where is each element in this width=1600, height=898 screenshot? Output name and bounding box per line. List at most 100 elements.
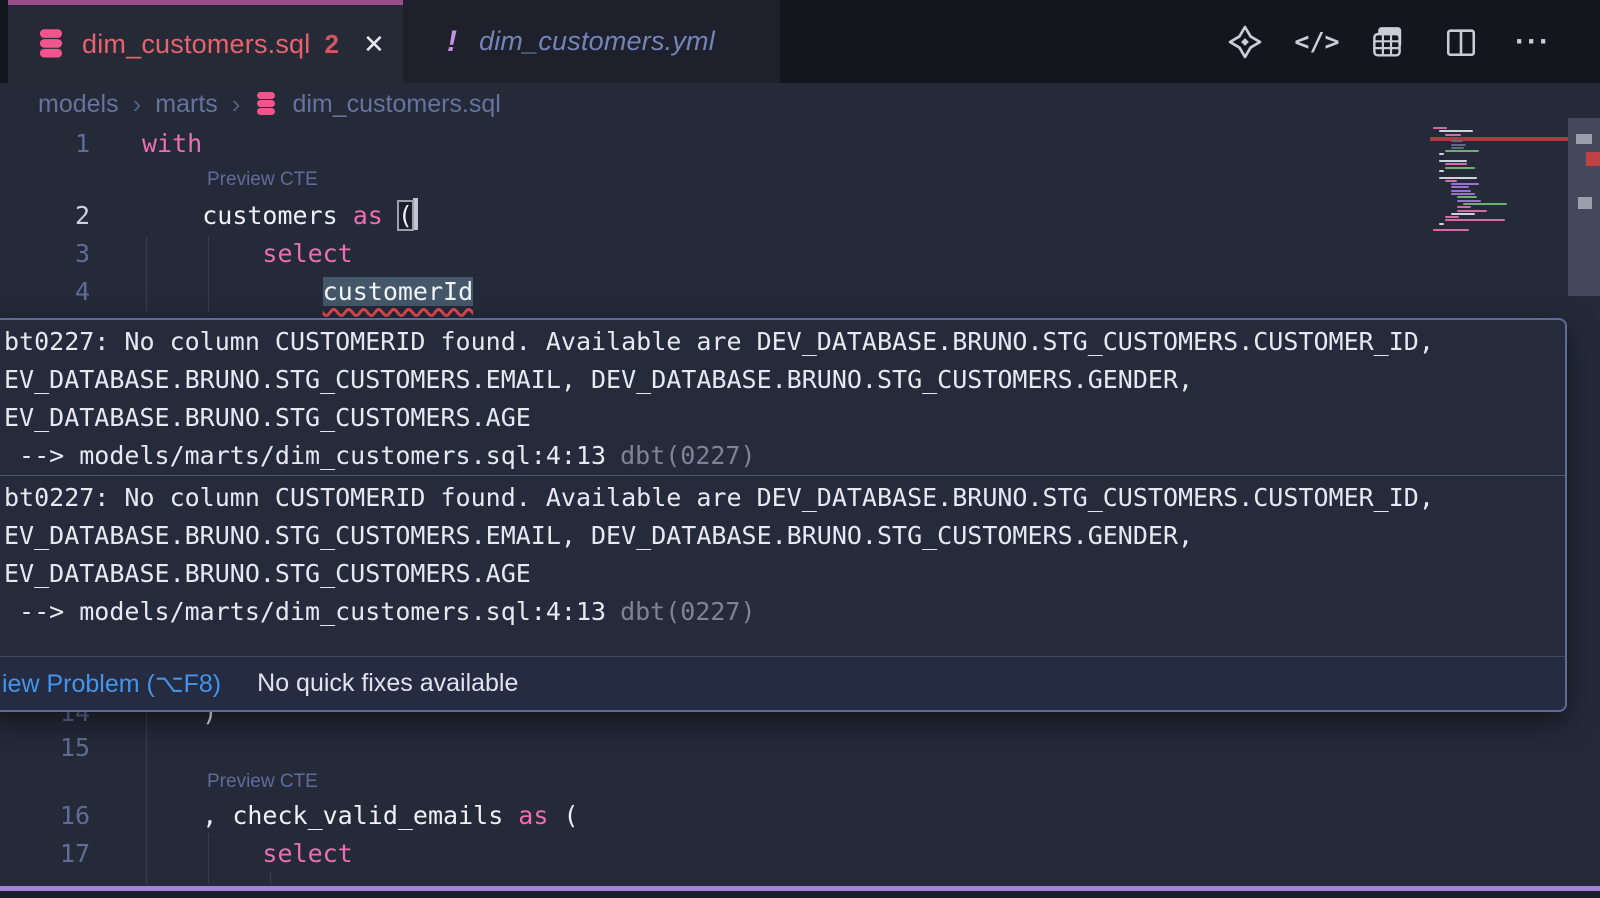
code-line-1[interactable]: 1 with [0, 125, 1430, 163]
breadcrumb-item-marts[interactable]: marts [155, 90, 218, 119]
line-content: , check_valid_emails as ( [142, 797, 579, 835]
error-token: customerId [323, 277, 474, 306]
breadcrumb-item-file[interactable]: dim_customers.sql [292, 90, 500, 119]
close-icon[interactable]: ✕ [357, 27, 391, 62]
minimap-code-line [1439, 160, 1467, 162]
minimap-code-line [1451, 183, 1479, 185]
minimap-code-line [1457, 210, 1487, 212]
hover-status-bar: iew Problem (⌥F8) No quick fixes availab… [0, 656, 1565, 710]
tab-label: dim_customers.yml [479, 26, 715, 57]
minimap-code-line [1433, 229, 1469, 231]
minimap-code-line [1451, 147, 1464, 149]
minimap-code-line [1433, 127, 1447, 129]
minimap-code-line [1445, 216, 1459, 218]
error-source-code: dbt(0227) [620, 441, 755, 470]
line-content: with [142, 125, 202, 163]
problem-count-badge: 2 [324, 29, 338, 60]
minimap-code-line [1445, 219, 1505, 221]
dbt-logo-icon[interactable] [1226, 23, 1264, 61]
minimap-code-line [1451, 144, 1466, 146]
breadcrumb: models › marts › dim_customers.sql [38, 83, 501, 125]
code-editor[interactable]: Preview CTE Preview CTE 1 with 2 customers… [0, 125, 1600, 898]
code-token: as [518, 801, 548, 830]
minimap-code-line [1445, 167, 1475, 169]
minimap-code-line [1439, 130, 1473, 132]
scrollbar-error-mark [1586, 152, 1600, 166]
line-number: 4 [0, 273, 90, 311]
problem-hover-popup: bt0227: No column CUSTOMERID found. Avai… [0, 318, 1567, 712]
minimap-code-line [1439, 153, 1444, 155]
minimap-code-line [1445, 163, 1467, 165]
error-text-line: EV_DATABASE.BRUNO.STG_CUSTOMERS.AGE [4, 555, 1565, 593]
line-number: 17 [0, 835, 90, 873]
line-content: select [142, 835, 353, 873]
minimap-code-line [1457, 206, 1471, 208]
error-text-line: bt0227: No column CUSTOMERID found. Avai… [4, 479, 1565, 517]
editor-actions: </> ··· [1226, 0, 1552, 83]
view-problem-link[interactable]: iew Problem (⌥F8) [2, 669, 221, 699]
line-number: 16 [0, 797, 90, 835]
error-location-line: --> models/marts/dim_customers.sql:4:13d… [4, 593, 1565, 631]
codelens-preview-cte[interactable]: Preview CTE [207, 163, 318, 197]
scrollbar-cursor-mark [1576, 134, 1592, 144]
database-icon [36, 28, 66, 60]
line-content: select [142, 235, 353, 273]
bottom-edge [0, 891, 1600, 898]
minimap-code-line [1439, 223, 1444, 225]
error-message-block: bt0227: No column CUSTOMERID found. Avai… [0, 476, 1565, 631]
scrollbar[interactable] [1568, 125, 1600, 898]
split-editor-icon[interactable] [1442, 23, 1480, 61]
code-token: with [142, 129, 202, 158]
error-source-code: dbt(0227) [620, 597, 755, 626]
minimap-code-line [1445, 134, 1461, 136]
line-number: 3 [0, 235, 90, 273]
error-text-line: EV_DATABASE.BRUNO.STG_CUSTOMERS.EMAIL, D… [4, 361, 1565, 399]
line-number: 1 [0, 125, 90, 163]
minimap-code-line [1463, 203, 1507, 205]
warning-icon: ! [447, 25, 457, 59]
line-content: customers as ( [142, 197, 418, 235]
chevron-right-icon: › [133, 89, 142, 120]
compiled-code-icon[interactable]: </> [1298, 23, 1336, 61]
matched-bracket: ( [398, 201, 413, 230]
scrollbar-cursor-mark [1578, 197, 1592, 209]
code-line-2[interactable]: 2 customers as ( [0, 197, 1430, 235]
code-line-15[interactable]: 15 [0, 729, 1430, 767]
code-line-3[interactable]: 3 select [0, 235, 1430, 273]
no-quick-fixes-label: No quick fixes available [257, 669, 518, 698]
minimap-code-line [1457, 196, 1477, 198]
breadcrumb-item-models[interactable]: models [38, 90, 119, 119]
minimap-code-line [1439, 177, 1477, 179]
code-token: select [262, 239, 352, 268]
minimap-code-line [1451, 213, 1475, 215]
minimap-code-line [1445, 180, 1457, 182]
tab-bar: dim_customers.sql 2 ✕ ! dim_customers.ym… [0, 0, 1600, 83]
code-token [383, 201, 398, 230]
line-content: customerId [142, 273, 473, 311]
code-token: ( [548, 801, 578, 830]
error-location-line: --> models/marts/dim_customers.sql:4:13d… [4, 437, 1565, 475]
code-line-16[interactable]: 16 , check_valid_emails as ( [0, 797, 1430, 835]
code-token: select [262, 839, 352, 868]
codelens-preview-cte[interactable]: Preview CTE [207, 765, 318, 799]
minimap-code-line [1451, 140, 1463, 142]
error-text-line: EV_DATABASE.BRUNO.STG_CUSTOMERS.EMAIL, D… [4, 517, 1565, 555]
minimap-code-line [1445, 150, 1479, 152]
code-token: customers [202, 201, 353, 230]
more-actions-icon[interactable]: ··· [1514, 23, 1552, 61]
code-token: as [353, 201, 383, 230]
code-line-17[interactable]: 17 select [0, 835, 1430, 873]
minimap-code-line [1457, 200, 1481, 202]
chevron-right-icon: › [232, 89, 241, 120]
text-cursor [413, 198, 418, 230]
query-results-icon[interactable] [1370, 23, 1408, 61]
tab-dim-customers-yml[interactable]: ! dim_customers.yml [403, 0, 780, 83]
error-text-line: bt0227: No column CUSTOMERID found. Avai… [4, 323, 1565, 361]
tab-label: dim_customers.sql [82, 29, 310, 60]
minimap-code-line [1439, 170, 1444, 172]
code-line-4[interactable]: 4 customerId [0, 273, 1430, 311]
minimap-code-line [1451, 190, 1471, 192]
minimap-code-line [1451, 193, 1475, 195]
tab-dim-customers-sql[interactable]: dim_customers.sql 2 ✕ [8, 0, 403, 83]
line-number: 2 [0, 197, 90, 235]
